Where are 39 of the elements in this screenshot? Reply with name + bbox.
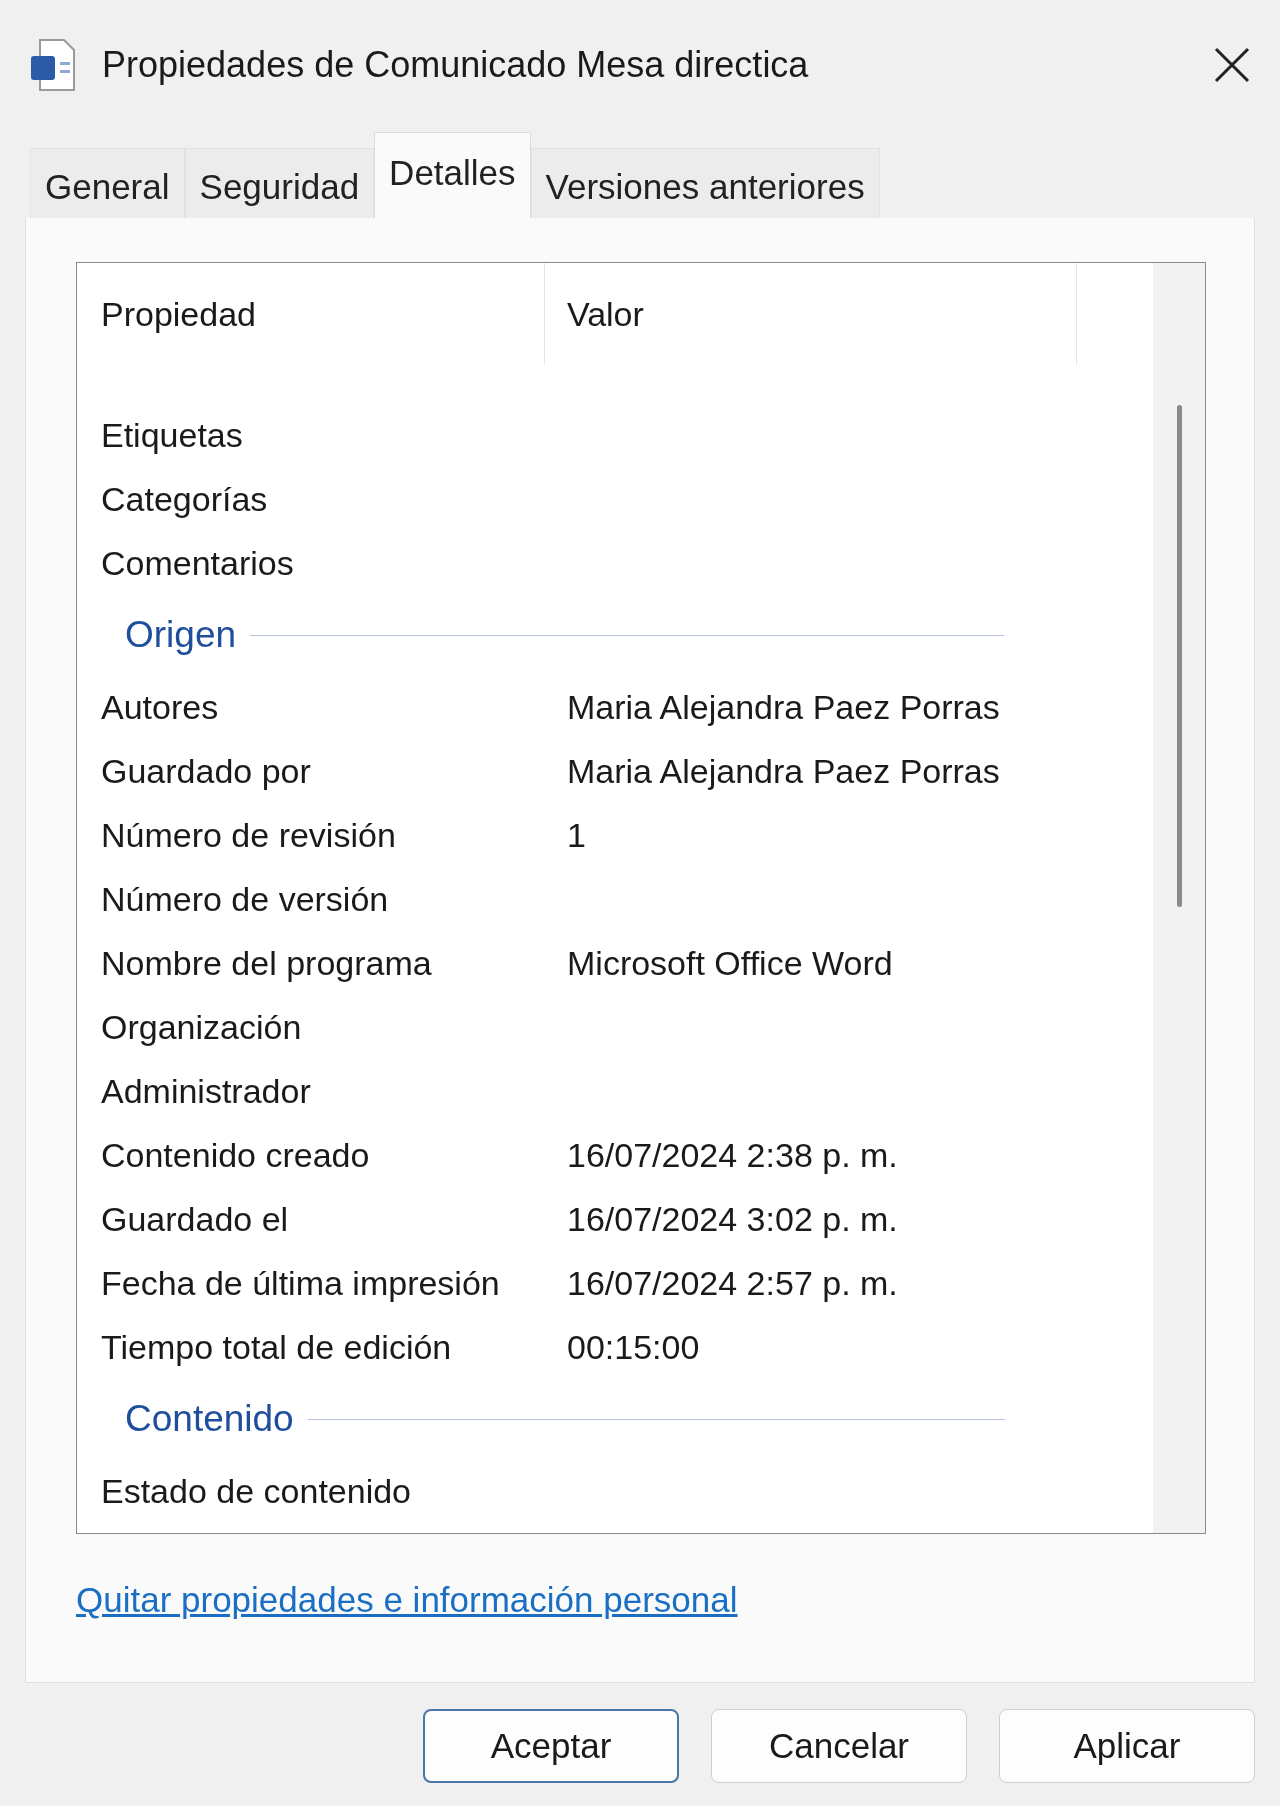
remove-properties-link[interactable]: Quitar propiedades e información personal <box>76 1574 738 1627</box>
tab[interactable]: Versiones anteriores <box>530 148 880 218</box>
property-value: 00:15:00 <box>566 1326 700 1368</box>
dialog-button[interactable]: Aceptar <box>423 1709 679 1783</box>
property-name: Número de revisión <box>100 814 397 856</box>
property-value: 16/07/2024 3:02 p. m. <box>566 1198 898 1240</box>
property-value: 16/07/2024 2:38 p. m. <box>566 1134 898 1176</box>
tab[interactable]: General <box>30 148 185 218</box>
column-header[interactable]: Propiedad <box>77 263 545 365</box>
property-name: Contenido creado <box>100 1134 371 1176</box>
tab[interactable]: Detalles <box>374 132 531 218</box>
property-name: Autores <box>100 686 220 728</box>
property-value: Maria Alejandra Paez Porras <box>566 686 1000 728</box>
group-heading: Contenido <box>125 1397 294 1442</box>
property-name: Organización <box>100 1006 303 1048</box>
property-name: Estado de contenido <box>100 1470 413 1512</box>
property-value: Maria Alejandra Paez Porras <box>566 750 1000 792</box>
property-name: Guardado el <box>100 1198 290 1240</box>
property-name: Etiquetas <box>100 414 244 456</box>
property-name: Administrador <box>100 1070 312 1112</box>
property-value: 1 <box>566 814 586 856</box>
property-name: Comentarios <box>100 542 295 584</box>
column-header[interactable]: Valor <box>545 263 1077 365</box>
tab[interactable]: Seguridad <box>184 148 375 218</box>
property-value: Microsoft Office Word <box>566 942 893 984</box>
close-icon[interactable] <box>1214 47 1250 83</box>
property-name: Tiempo total de edición <box>100 1326 453 1368</box>
group-heading: Origen <box>125 613 237 658</box>
property-name: Nombre del programa <box>100 942 433 984</box>
property-name: Número de versión <box>100 878 390 920</box>
dialog-button[interactable]: Cancelar <box>711 1709 967 1783</box>
property-name: Fecha de última impresión <box>100 1262 501 1304</box>
dialog-button[interactable]: Aplicar <box>999 1709 1255 1783</box>
property-name: Guardado por <box>100 750 312 792</box>
document-icon <box>30 38 76 92</box>
property-value: 16/07/2024 2:57 p. m. <box>566 1262 898 1304</box>
property-name: Categorías <box>100 478 269 520</box>
window-title: Propiedades de Comunicado Mesa directica <box>102 43 810 87</box>
scrollbar[interactable] <box>1153 263 1205 1533</box>
